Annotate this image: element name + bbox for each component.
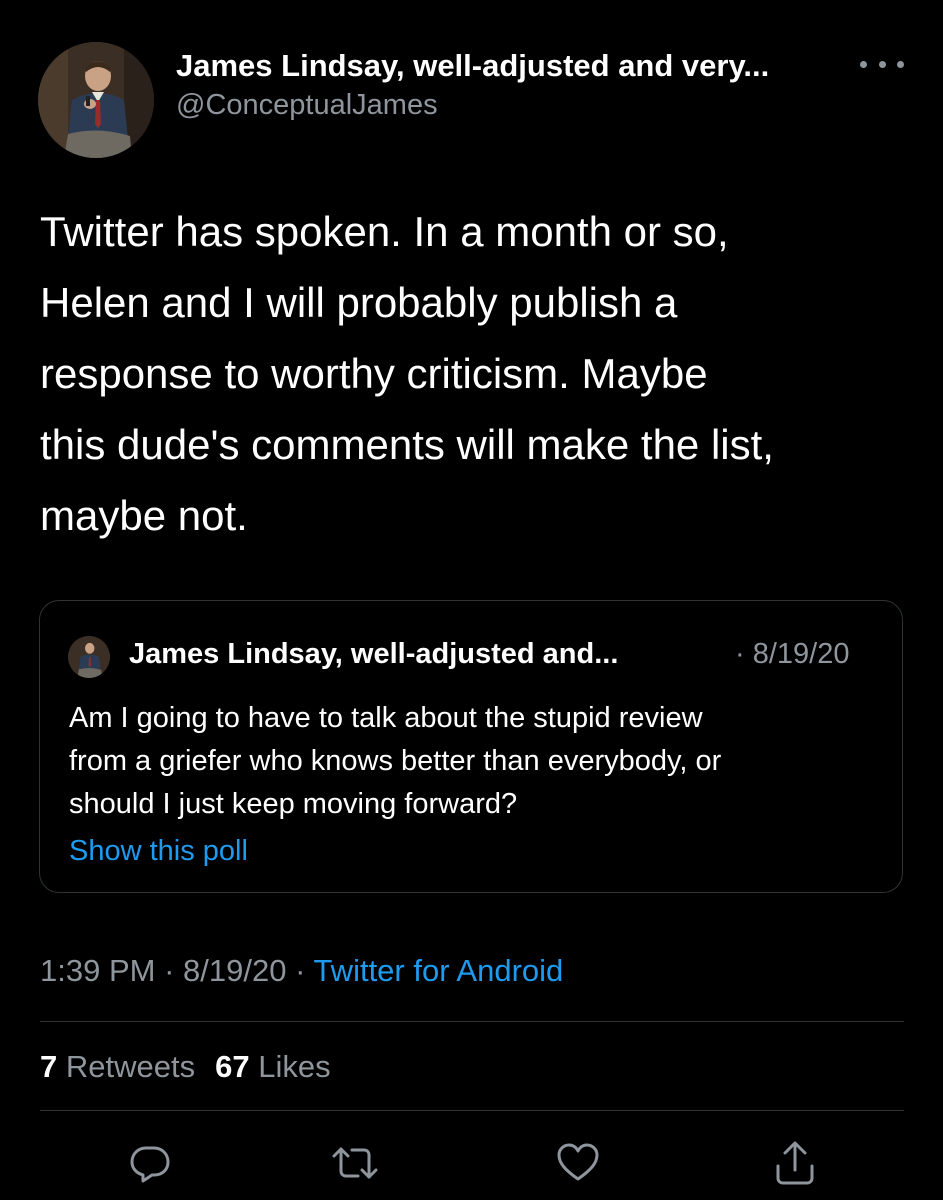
quoted-text-line: from a griefer who knows better than eve… [69,745,722,777]
tweet-actions-bar [0,1130,943,1200]
more-dot [878,60,886,68]
avatar-photo-icon [68,636,110,678]
retweet-button[interactable] [330,1138,380,1188]
author-handle[interactable]: @ConceptualJames [176,89,438,122]
tweet-date: 8/19/20 [183,953,287,988]
divider [40,1021,904,1022]
tweet-stats: 7 Retweets 67 Likes [40,1049,331,1085]
author-name[interactable]: James Lindsay, well-adjusted and very... [176,48,769,84]
heart-icon [557,1143,599,1181]
quoted-author-avatar [68,636,110,678]
likes-stat[interactable]: 67 Likes [215,1049,330,1084]
reply-icon [130,1146,170,1183]
tweet-body: Twitter has spoken. In a month or so, He… [40,196,910,551]
tweet-text-line: response to worthy criticism. Maybe [40,350,708,397]
tweet-text-line: Helen and I will probably publish a [40,279,678,326]
divider [40,1110,904,1111]
tweet-text-line: Twitter has spoken. In a month or so, [40,208,729,255]
tweet-time: 1:39 PM [40,953,156,988]
quoted-text-line: should I just keep moving forward? [69,788,518,820]
share-icon [776,1141,814,1185]
more-dot [897,60,904,68]
author-avatar[interactable] [38,42,154,158]
quoted-tweet-card[interactable]: James Lindsay, well-adjusted and... · 8/… [39,600,903,893]
tweet-source-link[interactable]: Twitter for Android [313,953,563,988]
tweet-meta: 1:39 PM · 8/19/20 · Twitter for Android [40,953,563,989]
retweet-icon [332,1147,378,1179]
retweets-stat[interactable]: 7 Retweets [40,1049,195,1084]
quoted-tweet-body: Am I going to have to talk about the stu… [69,697,879,826]
tweet-header: James Lindsay, well-adjusted and very...… [0,0,943,170]
quoted-author-name: James Lindsay, well-adjusted and... [129,638,619,670]
more-options-icon[interactable] [860,52,904,76]
meta-separator: · [286,953,314,988]
quoted-text-line: Am I going to have to talk about the stu… [69,702,703,734]
quoted-tweet-date: · 8/19/20 [735,638,850,670]
reply-button[interactable] [125,1138,175,1188]
avatar-photo-icon [38,42,154,158]
likes-count: 67 [215,1049,250,1084]
share-button[interactable] [770,1138,820,1188]
show-poll-link[interactable]: Show this poll [69,835,248,868]
likes-label: Likes [258,1049,331,1084]
like-button[interactable] [553,1138,603,1188]
retweets-label: Retweets [65,1049,196,1084]
tweet-text-line: maybe not. [40,492,248,539]
more-dot [860,60,867,68]
meta-separator: · [155,953,184,988]
retweets-count: 7 [40,1049,58,1084]
tweet-text-line: this dude's comments will make the list, [40,421,774,468]
